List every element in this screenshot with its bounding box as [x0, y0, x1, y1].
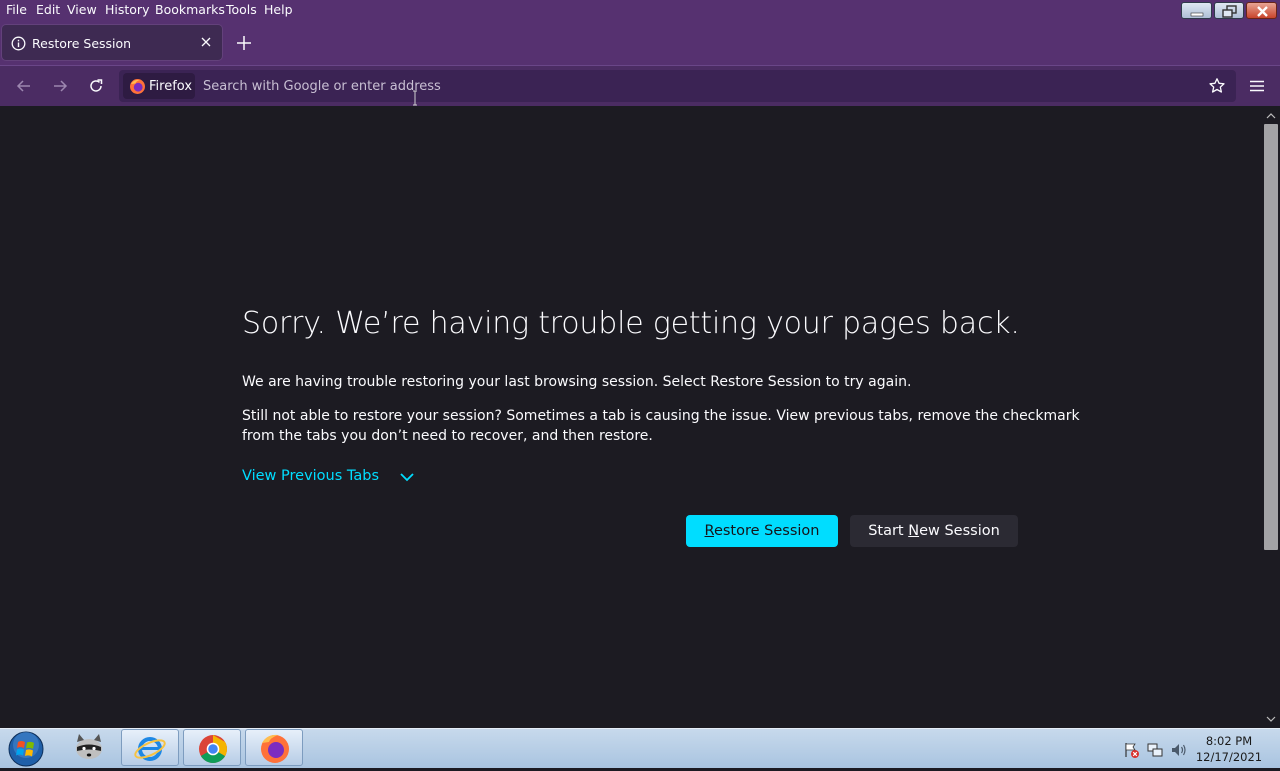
new-session-button-rest: ew Session	[919, 523, 1000, 539]
taskbar-raccoon-app[interactable]	[60, 730, 118, 767]
new-session-button-accel: N	[908, 523, 920, 539]
internet-explorer-icon	[134, 737, 166, 761]
start-new-session-button[interactable]: Start New Session	[850, 515, 1018, 547]
restore-button-rest: estore Session	[713, 523, 820, 539]
view-previous-tabs-link[interactable]: View Previous Tabs	[242, 468, 379, 484]
menu-bar: File Edit View History Bookmarks Tools H…	[0, 0, 1280, 22]
close-icon	[1257, 6, 1268, 17]
restore-session-button[interactable]: Restore Session	[686, 515, 838, 547]
back-arrow-icon[interactable]	[15, 77, 33, 95]
address-input[interactable]	[203, 70, 1183, 102]
taskbar-firefox[interactable]	[245, 729, 303, 766]
raccoon-app-icon	[76, 734, 102, 759]
reload-icon[interactable]	[87, 77, 105, 95]
start-button-icon[interactable]	[7, 730, 45, 768]
scroll-down-arrow-icon[interactable]	[1265, 714, 1277, 724]
clock-time: 8:02 PM	[1205, 734, 1253, 748]
tab-title: Restore Session	[32, 36, 132, 51]
menu-help[interactable]: Help	[264, 3, 293, 17]
menu-tools[interactable]: Tools	[226, 3, 257, 17]
minimize-button[interactable]	[1181, 2, 1212, 19]
volume-icon[interactable]	[1170, 741, 1188, 759]
identity-box[interactable]: Firefox	[123, 73, 195, 99]
bookmark-star-icon[interactable]	[1208, 77, 1226, 95]
scrollbar-thumb[interactable]	[1264, 124, 1278, 550]
error-description: We are having trouble restoring your las…	[242, 374, 912, 390]
close-window-button[interactable]	[1246, 2, 1277, 19]
restore-window-icon	[1222, 5, 1237, 18]
forward-arrow-icon[interactable]	[51, 77, 69, 95]
app-menu-icon[interactable]	[1248, 77, 1266, 95]
tab-strip: Restore Session	[0, 22, 1280, 65]
page-title: Sorry. We’re having trouble getting your…	[242, 306, 1020, 341]
minimize-icon	[1190, 12, 1204, 17]
taskbar-internet-explorer[interactable]	[121, 729, 179, 766]
info-icon	[11, 36, 26, 51]
action-center-flag-icon[interactable]	[1122, 741, 1140, 759]
text-cursor-icon	[413, 90, 417, 106]
menu-file[interactable]: File	[6, 3, 27, 17]
network-icon[interactable]	[1146, 741, 1164, 759]
help-text-line-1: Still not able to restore your session? …	[242, 408, 1080, 424]
firefox-logo-icon	[130, 79, 145, 94]
navigation-toolbar: Firefox	[0, 65, 1280, 106]
menu-bookmarks[interactable]: Bookmarks	[155, 3, 225, 17]
restore-button-accel: R	[704, 523, 714, 539]
firefox-icon	[261, 734, 289, 763]
menu-history[interactable]: History	[105, 3, 149, 17]
scroll-up-arrow-icon[interactable]	[1265, 111, 1277, 121]
restore-window-button[interactable]	[1214, 2, 1244, 19]
identity-label: Firefox	[149, 79, 193, 94]
new-tab-icon[interactable]	[234, 33, 254, 53]
menu-view[interactable]: View	[67, 3, 97, 17]
close-tab-icon[interactable]	[200, 36, 212, 48]
restore-session-page: Sorry. We’re having trouble getting your…	[0, 106, 1262, 728]
menu-edit[interactable]: Edit	[36, 3, 60, 17]
tab-restore-session[interactable]: Restore Session	[2, 25, 222, 60]
chrome-icon	[199, 735, 227, 763]
clock-date: 12/17/2021	[1195, 750, 1263, 764]
chevron-down-icon[interactable]	[398, 470, 416, 484]
taskbar-chrome[interactable]	[183, 729, 241, 766]
help-text-line-2: from the tabs you don’t need to recover,…	[242, 428, 653, 444]
system-clock[interactable]: 8:02 PM 12/17/2021	[1194, 733, 1264, 765]
new-session-button-pre: Start	[868, 523, 909, 539]
url-bar[interactable]: Firefox	[119, 70, 1236, 102]
